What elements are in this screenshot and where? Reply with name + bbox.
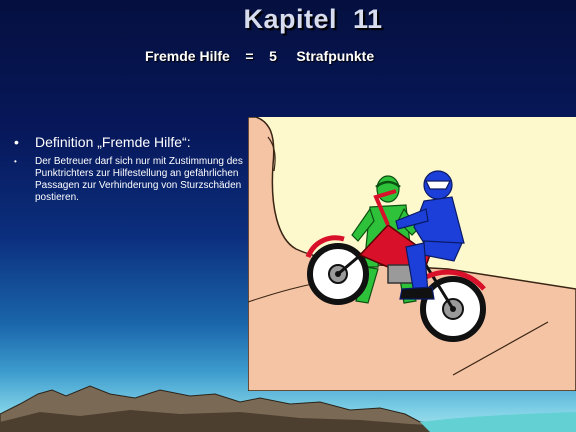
mountain-silhouette xyxy=(0,385,576,432)
shore-water xyxy=(420,412,576,432)
slide-subtitle: Fremde Hilfe = 5 Strafpunkte xyxy=(145,48,375,64)
slide: Kapitel 11 Fremde Hilfe = 5 Strafpunkte … xyxy=(0,0,576,432)
slide-title: Kapitel 11 xyxy=(243,4,383,34)
trial-illustration-svg xyxy=(247,116,576,392)
trial-illustration xyxy=(247,116,576,392)
bullet-definition-text: Definition „Fremde Hilfe“: xyxy=(35,134,191,150)
bullet-rule-text: Der Betreuer darf sich nur mit Zustimmun… xyxy=(35,156,243,203)
bullet-definition: • Definition „Fremde Hilfe“: xyxy=(14,134,246,150)
bullet-dot: • xyxy=(14,134,19,150)
bullet-rule: • Der Betreuer darf sich nur mit Zustimm… xyxy=(14,156,254,204)
bullet-dot-small: • xyxy=(14,157,17,166)
